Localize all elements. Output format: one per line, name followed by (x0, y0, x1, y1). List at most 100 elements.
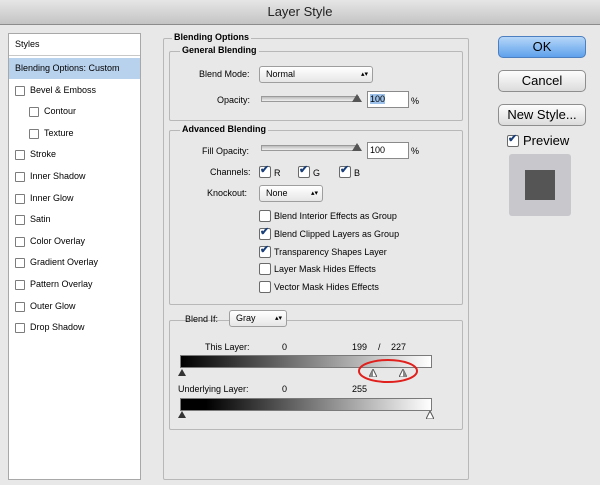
underlying-low-value: 0 (282, 384, 288, 394)
sidebar-item[interactable]: Stroke (9, 144, 140, 165)
underlying-white-slider-icon[interactable] (426, 411, 434, 419)
channel-r-checkbox[interactable]: ✔ (259, 164, 271, 178)
sidebar-item[interactable]: Inner Shadow (9, 166, 140, 187)
advanced-option-label: Layer Mask Hides Effects (274, 264, 376, 275)
checkmark-icon: ✔ (260, 164, 270, 176)
sidebar-item-label: Pattern Overlay (30, 279, 93, 289)
blend-mode-value: Normal (266, 69, 296, 79)
checkmark-icon: ✔ (260, 225, 270, 238)
underlying-high-value: 255 (352, 384, 368, 394)
channel-g-label: G (313, 168, 321, 178)
advanced-option-label: Blend Clipped Layers as Group (274, 228, 400, 239)
sidebar-item[interactable]: Gradient Overlay (9, 252, 140, 273)
new-style-button[interactable]: New Style... (498, 104, 586, 126)
sidebar-item[interactable]: Outer Glow (9, 296, 140, 317)
sidebar-item-checkbox[interactable] (15, 258, 25, 269)
sidebar-item-label: Color Overlay (30, 235, 86, 246)
sidebar-item-checkbox[interactable] (15, 215, 25, 226)
sidebar-item-checkbox[interactable] (15, 85, 25, 96)
opacity-label: Opacity: (217, 95, 251, 105)
sidebar-item-checkbox[interactable] (15, 236, 25, 247)
preview-label: Preview (523, 133, 570, 148)
checkmark-icon: ✔ (299, 164, 309, 176)
sidebar-item-label: Stroke (30, 149, 57, 160)
updown-arrows-icon: ▴▾ (274, 315, 282, 322)
knockout-select[interactable]: None ▴▾ (259, 185, 323, 202)
opacity-input[interactable]: 100 (367, 91, 409, 108)
advanced-option-label: Transparency Shapes Layer (274, 246, 387, 257)
opacity-slider-knob[interactable] (352, 94, 362, 102)
ok-button[interactable]: OK (498, 36, 586, 58)
sidebar-item-label: Gradient Overlay (30, 257, 99, 268)
advanced-option-checkbox[interactable]: ✔ (259, 225, 271, 240)
fill-opacity-input[interactable]: 100 (367, 142, 409, 159)
sidebar-item-label: Blending Options: Custom (15, 63, 120, 73)
channel-b-label: B (354, 168, 361, 178)
sidebar-item-checkbox[interactable] (15, 150, 25, 161)
blend-mode-select[interactable]: Normal ▴▾ (259, 66, 373, 83)
blend-mode-label: Blend Mode: (199, 69, 250, 79)
sidebar-item[interactable]: Color Overlay (9, 231, 140, 252)
sidebar-item-checkbox[interactable] (29, 128, 39, 139)
this-layer-black-slider-icon[interactable] (178, 369, 186, 376)
sidebar-item-checkbox[interactable] (15, 323, 25, 334)
sidebar-item-checkbox[interactable] (15, 172, 25, 182)
channel-g-checkbox[interactable]: ✔ (298, 164, 310, 178)
advanced-option-checkbox[interactable] (259, 210, 271, 222)
cancel-button[interactable]: Cancel (498, 70, 586, 92)
sidebar-item[interactable]: Texture (9, 123, 140, 144)
sidebar-item[interactable]: Blending Options: Custom (9, 58, 140, 79)
sidebar-item-checkbox[interactable] (15, 193, 25, 204)
knockout-value: None (266, 188, 288, 198)
this-layer-separator: / (378, 342, 381, 352)
blend-if-select[interactable]: Gray ▴▾ (229, 310, 287, 327)
opacity-slider[interactable] (261, 96, 359, 102)
general-blending-group (169, 51, 463, 121)
updown-arrows-icon: ▴▾ (360, 71, 368, 78)
sidebar-header[interactable]: Styles (9, 34, 140, 56)
preview-swatch (525, 170, 555, 200)
channel-b-checkbox[interactable]: ✔ (339, 164, 351, 178)
sidebar-item-label: Texture (44, 127, 74, 138)
preview-thumbnail (509, 154, 571, 216)
opacity-unit: % (411, 96, 420, 106)
sidebar-item-label: Inner Shadow (30, 171, 86, 181)
sidebar-item[interactable]: Inner Glow (9, 188, 140, 209)
sidebar-item-label: Contour (44, 106, 77, 117)
advanced-option-checkbox[interactable]: ✔ (259, 243, 271, 258)
sidebar-item-label: Satin (30, 214, 51, 225)
general-blending-title: General Blending (180, 45, 259, 55)
sidebar-item[interactable]: Drop Shadow (9, 317, 140, 338)
sidebar-item[interactable]: Satin (9, 209, 140, 230)
fill-opacity-slider-knob[interactable] (352, 143, 362, 151)
blend-if-label: Blend If: (185, 314, 219, 324)
advanced-blending-title: Advanced Blending (180, 124, 269, 134)
knockout-label: Knockout: (207, 188, 248, 198)
this-layer-label: This Layer: (205, 342, 250, 352)
preview-checkbox[interactable]: ✔ (507, 133, 519, 147)
sidebar-item-label: Inner Glow (30, 192, 74, 203)
checkmark-icon: ✔ (340, 164, 350, 176)
opacity-value: 100 (370, 94, 386, 104)
fill-opacity-slider[interactable] (261, 145, 359, 151)
sidebar-item[interactable]: Pattern Overlay (9, 274, 140, 295)
blend-if-value: Gray (236, 313, 256, 323)
sidebar-item-checkbox[interactable] (15, 280, 25, 290)
fill-opacity-unit: % (411, 146, 420, 156)
blending-options-title: Blending Options (172, 32, 251, 42)
advanced-option-checkbox[interactable] (259, 263, 271, 276)
styles-sidebar: Styles Blending Options: Custom Bevel & E… (8, 33, 141, 480)
sidebar-item[interactable]: Contour (9, 101, 140, 122)
underlying-layer-label: Underlying Layer: (178, 384, 249, 394)
sidebar-item-label: Bevel & Emboss (30, 84, 97, 95)
advanced-option-label: Vector Mask Hides Effects (274, 282, 379, 293)
sidebar-item-checkbox[interactable] (15, 301, 25, 312)
underlying-black-slider-icon[interactable] (178, 411, 186, 418)
sidebar-item-label: Outer Glow (30, 300, 76, 311)
sidebar-item[interactable]: Bevel & Emboss (9, 80, 140, 101)
updown-arrows-icon: ▴▾ (310, 190, 318, 197)
advanced-option-checkbox[interactable] (259, 281, 271, 294)
sidebar-item-checkbox[interactable] (29, 107, 39, 118)
title-bar: Layer Style (0, 0, 600, 25)
checkmark-icon: ✔ (260, 243, 270, 256)
